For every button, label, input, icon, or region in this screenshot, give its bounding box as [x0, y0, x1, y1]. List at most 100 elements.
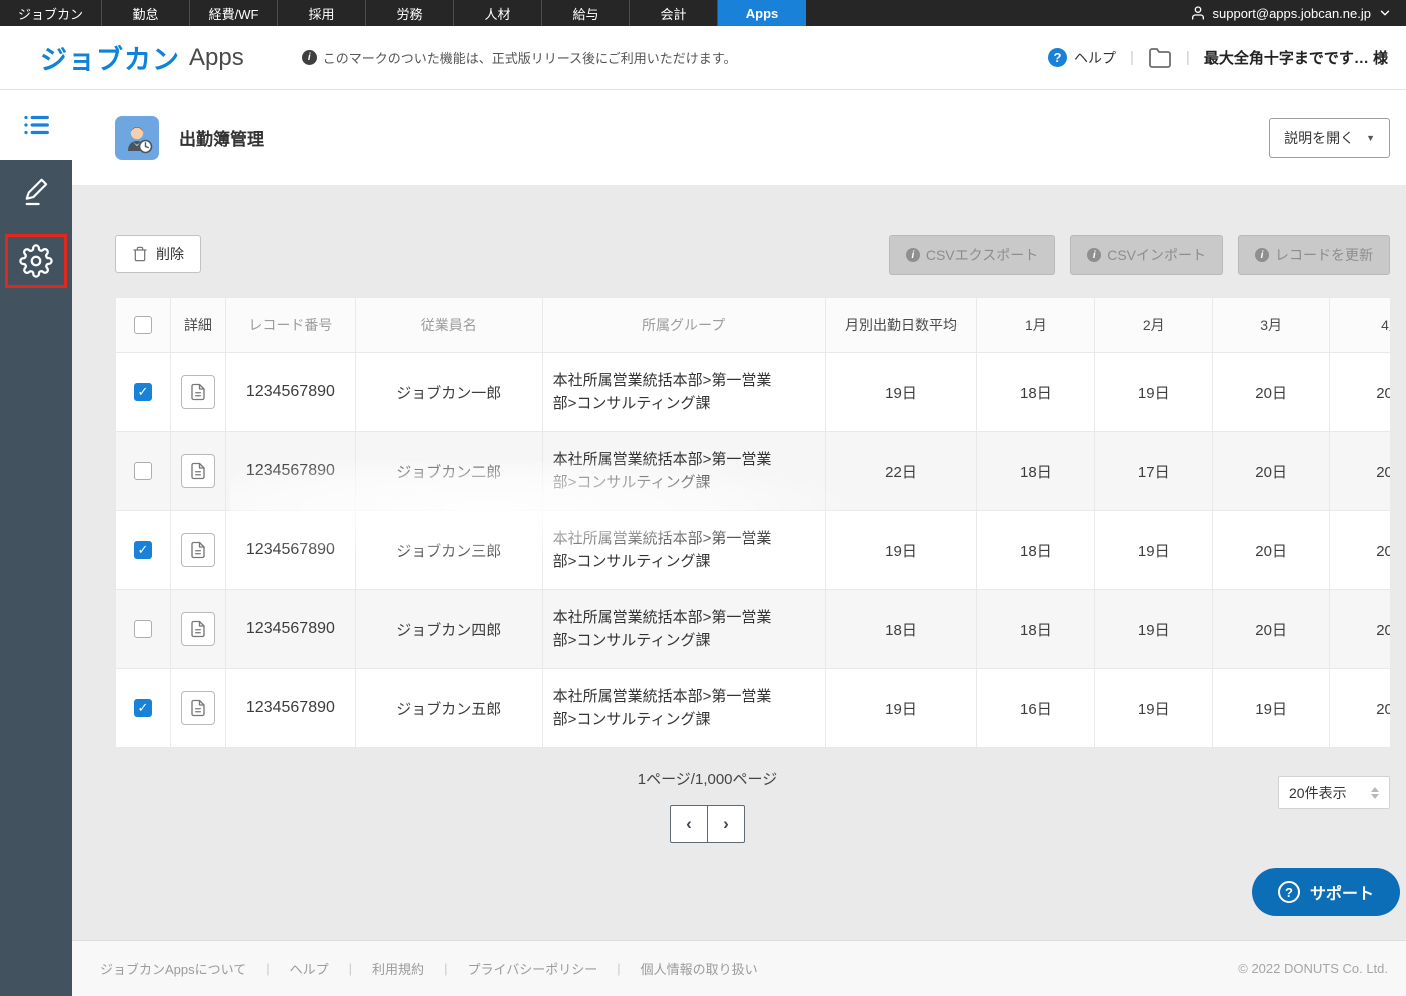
table-row: 1234567890 ジョブカン四郎 本社所属営業統括本部>第一営業部>コンサルティ…	[115, 589, 1390, 669]
day-count-cell: 18日	[824, 589, 978, 669]
detail-button[interactable]	[180, 612, 215, 646]
nav-tab-人材[interactable]: 人材	[454, 0, 542, 26]
employee-name-cell: ジョブカン二郎	[354, 431, 543, 511]
row-checkbox[interactable]	[133, 620, 152, 638]
account-email: support@apps.jobcan.ne.jp	[1212, 5, 1371, 21]
edit-icon[interactable]	[20, 176, 52, 208]
group-cell: 本社所属営業統括本部>第一営業部>コンサルティング課	[541, 431, 826, 511]
day-count-cell: 20日	[1329, 431, 1390, 511]
nav-tab-勤怠[interactable]: 勤怠	[102, 0, 190, 26]
account-menu[interactable]: support@apps.jobcan.ne.jp	[1190, 0, 1406, 26]
footer-link[interactable]: 利用規約	[372, 959, 424, 978]
jobcan-logo: ジョブカン	[40, 45, 180, 75]
title-bar: 出勤簿管理 説明を開く ▼	[72, 90, 1406, 185]
footer-link[interactable]: 個人情報の取り扱い	[641, 959, 758, 978]
nav-tab-採用[interactable]: 採用	[278, 0, 366, 26]
day-count-cell: 17日	[1094, 431, 1214, 511]
column-header: 詳細	[169, 297, 226, 353]
sidebar	[0, 90, 72, 996]
detail-cell	[169, 589, 226, 669]
next-page-button[interactable]: ›	[707, 805, 745, 843]
annotation-highlight-box	[5, 234, 67, 288]
row-select-cell	[115, 589, 171, 669]
record-number-cell: 1234567890	[224, 589, 356, 669]
attendance-app-icon	[115, 115, 159, 160]
table-row: ✓ 1234567890 ジョブカン五郎 本社所属営業統括本部>第一営業部>コンサルテ…	[115, 668, 1390, 748]
detail-button[interactable]	[180, 533, 215, 567]
help-label: ヘルプ	[1074, 49, 1117, 66]
disabled-action-button[interactable]: i レコードを更新	[1238, 235, 1390, 275]
detail-button[interactable]	[180, 691, 215, 725]
day-count-cell: 19日	[824, 352, 978, 432]
nav-tab-給与[interactable]: 給与	[542, 0, 630, 26]
detail-button[interactable]	[180, 454, 215, 488]
detail-cell	[169, 431, 226, 511]
info-icon: i	[1087, 248, 1102, 262]
detail-cell	[169, 668, 226, 748]
document-icon	[189, 383, 207, 401]
nav-tab-ジョブカン[interactable]: ジョブカン	[0, 0, 102, 26]
delete-button[interactable]: 削除	[115, 235, 201, 273]
nav-tab-会計[interactable]: 会計	[630, 0, 718, 26]
day-count-cell: 18日	[976, 510, 1096, 590]
row-checkbox[interactable]: ✓	[133, 541, 152, 559]
record-number-cell: 1234567890	[224, 431, 356, 511]
row-checkbox[interactable]: ✓	[133, 699, 152, 717]
divider: |	[1130, 49, 1134, 66]
gear-icon[interactable]	[19, 244, 53, 278]
prev-page-button[interactable]: ‹	[670, 805, 708, 843]
day-count-cell: 19日	[824, 510, 978, 590]
select-all-checkbox[interactable]	[133, 316, 152, 334]
app-header: ジョブカン Apps i このマークのついた機能は、正式版リリース後にご利用いた…	[0, 26, 1406, 90]
column-header: 月別出勤日数平均	[824, 297, 978, 353]
disabled-action-button[interactable]: i CSVインポート	[1070, 235, 1223, 275]
footer: ジョブカンAppsについて | ヘルプ | 利用規約 | プライバシーポリシー | 個人情報の取…	[72, 940, 1406, 996]
day-count-cell: 22日	[824, 431, 978, 511]
nav-tab-Apps[interactable]: Apps	[718, 0, 806, 26]
nav-tab-労務[interactable]: 労務	[366, 0, 454, 26]
record-list-icon[interactable]	[21, 110, 51, 140]
day-count-cell: 16日	[976, 668, 1096, 748]
page-status: 1ページ/1,000ページ	[637, 771, 778, 788]
nav-tab-経費/WF[interactable]: 経費/WF	[190, 0, 278, 26]
pager: ‹ ›	[670, 805, 745, 843]
support-button[interactable]: ? サポート	[1251, 868, 1400, 916]
column-header: 1月	[976, 297, 1096, 353]
day-count-cell: 19日	[1094, 589, 1214, 669]
document-icon	[189, 620, 207, 638]
footer-link[interactable]: ジョブカンAppsについて	[100, 959, 246, 978]
day-count-cell: 20日	[1212, 352, 1331, 432]
employee-name-cell: ジョブカン一郎	[354, 352, 543, 432]
divider: |	[444, 961, 448, 976]
detail-button[interactable]	[180, 375, 215, 409]
column-header: レコード番号	[224, 297, 356, 353]
detail-cell	[169, 352, 226, 432]
top-nav: ジョブカン 勤怠 経費/WF 採用 労務 人材 給与 会計 Apps support@apps.…	[0, 0, 1406, 26]
disabled-action-button[interactable]: i CSVエクスポート	[888, 235, 1056, 275]
help-link[interactable]: ? ヘルプ	[1048, 48, 1116, 68]
open-description-button[interactable]: 説明を開く ▼	[1269, 117, 1390, 158]
delete-label: 削除	[156, 246, 184, 262]
day-count-cell: 20日	[1329, 668, 1390, 748]
table-row: 1234567890 ジョブカン二郎 本社所属営業統括本部>第一営業部>コンサルティ…	[115, 431, 1390, 511]
footer-link[interactable]: ヘルプ	[290, 959, 329, 978]
day-count-cell: 19日	[1094, 352, 1214, 432]
folder-icon[interactable]	[1148, 46, 1172, 70]
column-header: 2月	[1094, 297, 1214, 353]
day-count-cell: 19日	[824, 668, 978, 748]
record-number-cell: 1234567890	[224, 510, 356, 590]
footer-link[interactable]: プライバシーポリシー	[467, 959, 597, 978]
row-select-cell: ✓	[115, 668, 171, 748]
day-count-cell: 20日	[1329, 510, 1390, 590]
employee-name-cell: ジョブカン五郎	[354, 668, 543, 748]
record-number-cell: 1234567890	[224, 668, 356, 748]
select-carets-icon	[1371, 786, 1379, 799]
disabled-action-label: CSVインポート	[1107, 247, 1206, 263]
group-cell: 本社所属営業統括本部>第一営業部>コンサルティング課	[541, 352, 826, 432]
row-checkbox[interactable]: ✓	[133, 383, 152, 401]
row-checkbox[interactable]	[133, 462, 152, 480]
records-table: 詳細レコード番号従業員名所属グループ月別出勤日数平均1月2月3月4月 ✓ 12345…	[115, 297, 1390, 748]
divider: |	[1185, 49, 1190, 66]
page-size-select[interactable]: 20件表示	[1278, 776, 1390, 809]
group-cell: 本社所属営業統括本部>第一営業部>コンサルティング課	[541, 668, 826, 748]
